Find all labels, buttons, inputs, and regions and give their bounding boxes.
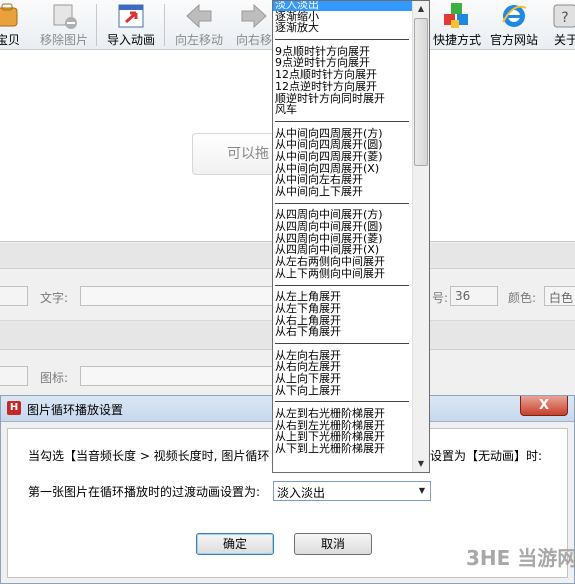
import-animation-button[interactable]: 导入动画 xyxy=(102,0,160,50)
ok-button[interactable]: 确定 xyxy=(196,533,274,555)
dropdown-option[interactable]: 从下向上展开 xyxy=(273,384,413,397)
dropdown-separator xyxy=(273,280,413,292)
icon-position-combo[interactable] xyxy=(0,366,28,386)
font-combo[interactable] xyxy=(0,286,28,306)
remove-image-button[interactable]: 移除图片 xyxy=(36,0,92,50)
official-website-button[interactable]: 官方网站 xyxy=(486,0,542,50)
cancel-button[interactable]: 取消 xyxy=(294,533,372,555)
dropdown-option[interactable]: 从四周向中间展开(圆) xyxy=(273,221,413,233)
shortcut-button[interactable]: 快捷方式 xyxy=(430,0,484,50)
remove-image-icon xyxy=(49,2,79,30)
scroll-up-icon[interactable]: ▲ xyxy=(413,1,429,17)
dropdown-option[interactable]: 从左下角展开 xyxy=(273,303,413,315)
color-label: 颜色: xyxy=(508,291,537,305)
first-image-transition-label: 第一张图片在循环播放时的过渡动画设置为: xyxy=(28,485,261,499)
dropdown-option[interactable]: 从上下两侧向中间展开 xyxy=(273,268,413,280)
toolbar-separator xyxy=(96,4,97,46)
close-button[interactable]: X xyxy=(520,396,568,416)
toolbar-label: 向右移 xyxy=(235,33,272,47)
dropdown-option[interactable]: 风车 xyxy=(273,104,413,116)
toolbar-label: 官方网站 xyxy=(489,33,538,47)
info-text-end: 设置为【无动画】时: xyxy=(430,449,543,463)
info-text: 当勾选【当音频长度 > 视频长度时, 图片循环 xyxy=(28,449,270,463)
icon-input[interactable] xyxy=(80,366,275,386)
arrow-left-icon xyxy=(184,2,214,30)
transition-select-value: 淡入淡出 xyxy=(277,486,326,500)
toolbar-label: 关于 xyxy=(553,33,575,47)
toolbar-button-bag[interactable]: 宝贝 xyxy=(0,0,30,50)
import-animation-icon xyxy=(116,2,146,30)
scroll-down-icon[interactable]: ▼ xyxy=(413,456,429,472)
dropdown-option[interactable]: 从中间向上下展开 xyxy=(273,186,413,198)
dropdown-option[interactable]: 逐渐放大 xyxy=(273,22,413,34)
about-button[interactable]: ? 关于 xyxy=(546,0,575,50)
size-label: 号: xyxy=(432,291,449,305)
color-value: 白色 xyxy=(549,291,574,305)
toolbar-separator xyxy=(164,4,165,46)
toolbar-label: 宝贝 xyxy=(0,33,20,47)
svg-text:?: ? xyxy=(561,10,568,26)
dropdown-option[interactable]: 从下到上光栅阶梯展开 xyxy=(273,443,413,455)
dialog-title: 图片循环播放设置 xyxy=(27,403,124,417)
scrollbar-thumb[interactable] xyxy=(414,18,428,166)
text-label: 文字: xyxy=(40,291,69,305)
dropdown-option[interactable]: 从左到右光栅阶梯展开 xyxy=(273,408,413,420)
dropdown-separator xyxy=(273,198,413,210)
ie-browser-icon xyxy=(499,2,529,30)
transition-dropdown-list[interactable]: 淡入淡出 逐渐缩小 逐渐放大 9点顺时针方向展开 9点逆时针方向展开 12点顺时针方向展开… xyxy=(272,0,430,473)
watermark: 3HE 当游网 xyxy=(466,546,575,570)
chevron-down-icon[interactable]: ▼ xyxy=(414,482,430,500)
shortcut-cubes-icon xyxy=(442,2,472,30)
dropdown-option[interactable]: 从右下角展开 xyxy=(273,326,413,338)
dropdown-separator xyxy=(273,116,413,128)
dropdown-separator xyxy=(273,338,413,350)
icon-label: 图标: xyxy=(40,371,69,385)
dropdown-separator xyxy=(273,396,413,408)
dropdown-option[interactable]: 从中间向四周展开(菱) xyxy=(273,151,413,163)
font-size-select[interactable]: 36 xyxy=(450,286,498,306)
dropdown-option[interactable]: 从上向下展开 xyxy=(273,373,413,385)
app-icon: H xyxy=(7,401,21,415)
about-icon: ? xyxy=(551,2,575,30)
bag-icon xyxy=(0,2,23,30)
text-input[interactable] xyxy=(80,286,275,306)
color-select[interactable]: 白色 xyxy=(544,286,575,306)
move-left-button[interactable]: 向左移动 xyxy=(170,0,228,50)
dropdown-items: 淡入淡出 逐渐缩小 逐渐放大 9点顺时针方向展开 9点逆时针方向展开 12点顺时针方向展开… xyxy=(273,1,413,455)
font-size-value: 36 xyxy=(455,289,471,303)
move-right-button[interactable]: 向右移 xyxy=(232,0,276,50)
dropdown-scrollbar[interactable]: ▲ ▼ xyxy=(412,1,429,472)
arrow-right-icon xyxy=(239,2,269,30)
dropdown-separator xyxy=(273,34,413,46)
toolbar-label: 快捷方式 xyxy=(432,33,481,47)
toolbar-label: 移除图片 xyxy=(39,33,88,47)
dropdown-option[interactable]: 12点逆时针方向展开 xyxy=(273,81,413,93)
toolbar-label: 向左移动 xyxy=(174,33,223,47)
transition-select[interactable]: 淡入淡出 ▼ xyxy=(273,481,431,501)
toolbar-label: 导入动画 xyxy=(106,33,155,47)
